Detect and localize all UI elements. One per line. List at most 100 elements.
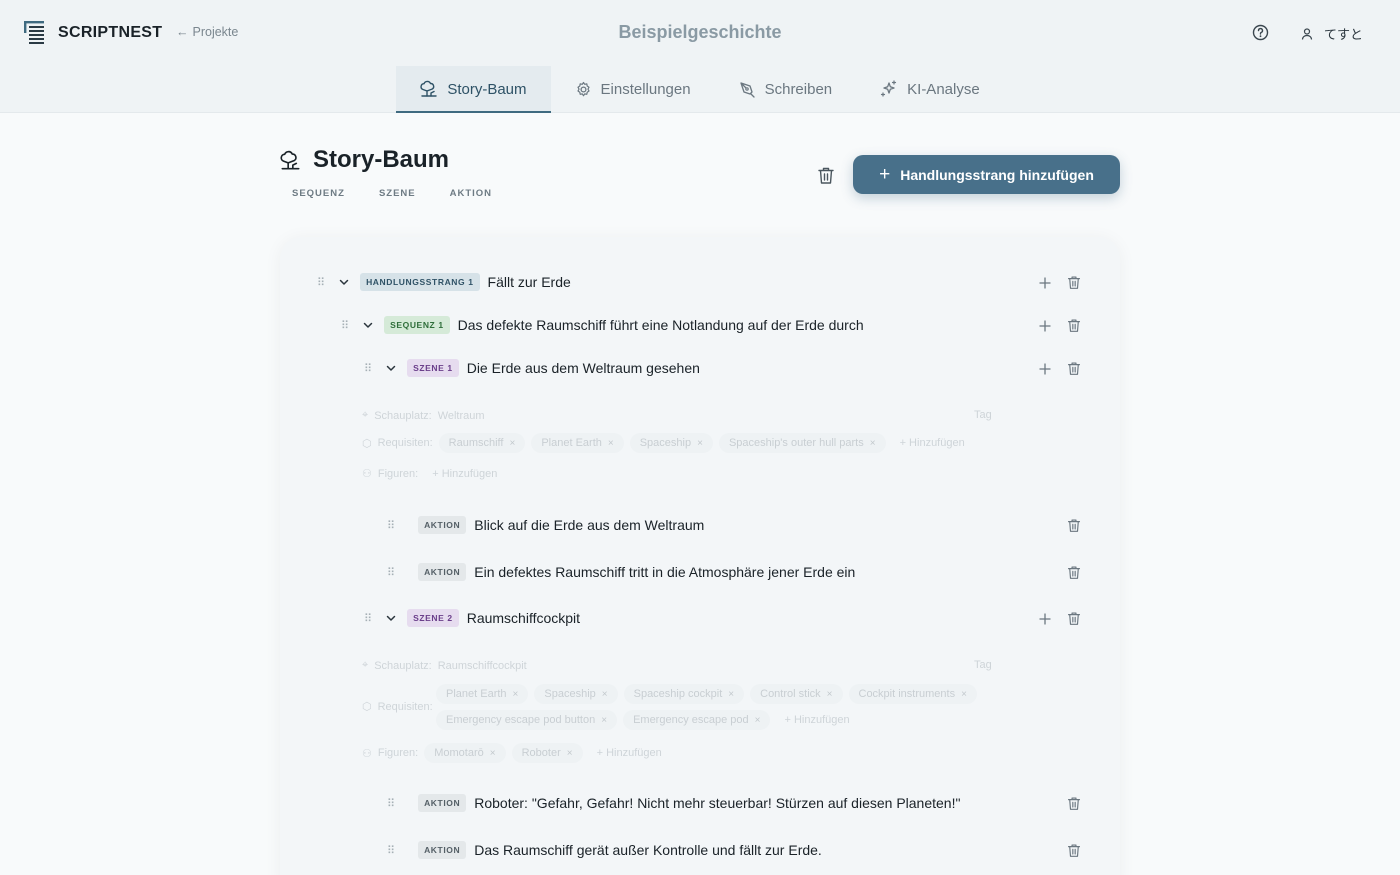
drag-handle-icon[interactable]: ⠿ (387, 519, 395, 532)
tree-icon (280, 150, 300, 169)
add-prop-link[interactable]: + Hinzufügen (892, 437, 973, 449)
plus-icon: + (879, 164, 891, 185)
sequence-row[interactable]: ⠿ SEQUENZ 1 Das defekte Raumschiff führt… (341, 315, 864, 335)
action-text[interactable]: Das Raumschiff gerät außer Kontrolle und… (474, 842, 822, 858)
pen-icon (739, 81, 755, 98)
tab-write[interactable]: Schreiben (715, 66, 857, 112)
time-of-day-field[interactable]: Tag (974, 659, 992, 671)
trash-icon[interactable] (1067, 796, 1081, 816)
legend-action[interactable]: AKTION (450, 188, 492, 199)
prop-chip[interactable]: Spaceship cockpit × (623, 684, 745, 704)
props-label-line: ⬡ Requisiten: (362, 700, 433, 714)
location-value[interactable]: Weltraum (438, 410, 485, 422)
tab-story-tree[interactable]: Story-Baum (396, 66, 551, 113)
help-icon[interactable] (1252, 24, 1269, 46)
trash-icon[interactable] (1067, 318, 1081, 338)
figures-label: Figuren: (377, 467, 419, 480)
close-icon[interactable]: × (697, 438, 703, 449)
time-of-day-field[interactable]: Tag (974, 409, 992, 421)
action-row[interactable]: ⠿ AKTION Das Raumschiff gerät außer Kont… (387, 840, 822, 860)
add-prop-link[interactable]: + Hinzufügen (776, 714, 857, 726)
drag-handle-icon[interactable]: ⠿ (341, 319, 349, 332)
drag-handle-icon[interactable]: ⠿ (387, 566, 395, 579)
scene-row[interactable]: ⠿ SZENE 2 Raumschiffcockpit (364, 608, 580, 628)
drag-handle-icon[interactable]: ⠿ (317, 276, 325, 289)
trash-icon[interactable] (1067, 565, 1081, 585)
add-child-icon[interactable] (1039, 362, 1051, 380)
drag-handle-icon[interactable]: ⠿ (387, 844, 395, 857)
prop-chip[interactable]: Raumschiff × (438, 433, 526, 453)
location-label: Schauplatz: (374, 659, 432, 672)
app-header: SCRIPTNEST ← Projekte Beispielgeschichte… (0, 0, 1400, 66)
figure-chip[interactable]: Roboter × (511, 743, 583, 763)
legend-sequence[interactable]: SEQUENZ (292, 188, 345, 199)
user-menu[interactable]: てすと (1300, 24, 1363, 43)
action-text[interactable]: Blick auf die Erde aus dem Weltraum (474, 517, 704, 533)
scene-row[interactable]: ⠿ SZENE 1 Die Erde aus dem Weltraum gese… (364, 358, 700, 378)
action-text[interactable]: Ein defektes Raumschiff tritt in die Atm… (474, 564, 855, 580)
chevron-down-icon[interactable] (385, 612, 397, 624)
trash-icon[interactable] (1067, 518, 1081, 538)
close-icon[interactable]: × (509, 438, 515, 449)
tab-settings[interactable]: Einstellungen (551, 66, 715, 112)
location-value[interactable]: Raumschiffcockpit (438, 660, 527, 672)
drag-handle-icon[interactable]: ⠿ (364, 362, 372, 375)
tab-ai-analysis[interactable]: KI-Analyse (856, 66, 1004, 112)
chevron-down-icon[interactable] (385, 362, 397, 374)
legend-scene[interactable]: SZENE (379, 188, 416, 199)
close-icon[interactable]: × (608, 438, 614, 449)
chevron-down-icon[interactable] (338, 276, 350, 288)
trash-icon[interactable] (1067, 611, 1081, 631)
scene-title[interactable]: Raumschiffcockpit (467, 610, 580, 626)
prop-chip[interactable]: Spaceship × (534, 684, 618, 704)
location-field[interactable]: ⌖ Schauplatz: Raumschiffcockpit (362, 659, 527, 672)
add-child-icon[interactable] (1039, 319, 1051, 337)
trash-icon[interactable] (1067, 275, 1081, 295)
close-icon[interactable]: × (490, 748, 496, 759)
trash-icon[interactable] (817, 166, 835, 190)
strand-row[interactable]: ⠿ HANDLUNGSSTRANG 1 Fällt zur Erde (317, 272, 571, 292)
close-icon[interactable]: × (961, 689, 967, 700)
props-label: Requisiten: (377, 700, 433, 713)
add-child-icon[interactable] (1039, 612, 1051, 630)
scene-badge: SZENE 2 (407, 609, 459, 627)
add-strand-button[interactable]: + Handlungsstrang hinzufügen (853, 155, 1120, 194)
prop-chip[interactable]: Emergency escape pod × (623, 710, 771, 730)
trash-icon[interactable] (1067, 843, 1081, 863)
add-figure-link[interactable]: + Hinzufügen (424, 468, 505, 480)
prop-chip[interactable]: Cockpit instruments × (848, 684, 977, 704)
drag-handle-icon[interactable]: ⠿ (387, 797, 395, 810)
prop-chip[interactable]: Emergency escape pod button × (436, 710, 618, 730)
scene-title[interactable]: Die Erde aus dem Weltraum gesehen (467, 360, 700, 376)
add-child-icon[interactable] (1039, 276, 1051, 294)
prop-chip[interactable]: Control stick × (750, 684, 843, 704)
action-badge: AKTION (418, 516, 467, 534)
props-label: Requisiten: (377, 437, 433, 449)
close-icon[interactable]: × (827, 689, 833, 700)
location-field[interactable]: ⌖ Schauplatz: Weltraum (362, 409, 485, 422)
trash-icon[interactable] (1067, 361, 1081, 381)
close-icon[interactable]: × (601, 715, 607, 726)
prop-chip[interactable]: Spaceship × (629, 433, 713, 453)
prop-chip[interactable]: Planet Earth × (531, 433, 624, 453)
close-icon[interactable]: × (567, 748, 573, 759)
action-text[interactable]: Roboter: "Gefahr, Gefahr! Nicht mehr ste… (474, 795, 960, 811)
drag-handle-icon[interactable]: ⠿ (364, 612, 372, 625)
action-row[interactable]: ⠿ AKTION Blick auf die Erde aus dem Welt… (387, 515, 704, 535)
action-row[interactable]: ⠿ AKTION Ein defektes Raumschiff tritt i… (387, 562, 855, 582)
close-icon[interactable]: × (870, 438, 876, 449)
close-icon[interactable]: × (602, 689, 608, 700)
chevron-down-icon[interactable] (362, 319, 374, 331)
sequence-title[interactable]: Das defekte Raumschiff führt eine Notlan… (458, 317, 864, 333)
action-row[interactable]: ⠿ AKTION Roboter: "Gefahr, Gefahr! Nicht… (387, 793, 960, 813)
close-icon[interactable]: × (513, 689, 519, 700)
prop-chip[interactable]: Spaceship's outer hull parts × (718, 433, 886, 453)
chip-text: Momotarō (434, 747, 484, 759)
add-figure-link[interactable]: + Hinzufügen (589, 747, 670, 759)
figure-chip[interactable]: Momotarō × (424, 743, 506, 763)
close-icon[interactable]: × (755, 715, 761, 726)
close-icon[interactable]: × (728, 689, 734, 700)
props-chips-row-1: Planet Earth × Spaceship × Spaceship cockp… (436, 684, 977, 704)
prop-chip[interactable]: Planet Earth × (436, 684, 529, 704)
strand-title[interactable]: Fällt zur Erde (488, 274, 571, 290)
